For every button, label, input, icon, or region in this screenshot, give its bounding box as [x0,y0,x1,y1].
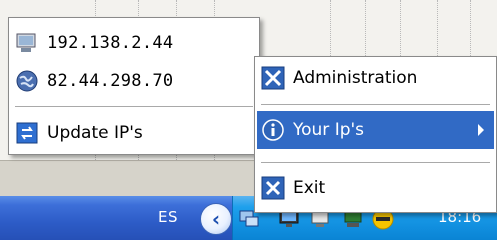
globe-icon [16,70,38,92]
local-network-icon [16,33,36,52]
tools-icon [261,66,285,90]
menu-item-local-ip[interactable]: 192.138.2.44 [11,24,257,62]
menu-item-public-ip[interactable]: 82.44.298.70 [11,62,257,100]
menu-item-label: 82.44.298.70 [47,71,174,91]
ip-list-menu: 192.138.2.44 82.44.298.70 Update IP's [8,17,260,155]
menu-item-label: Administration [293,68,418,88]
menu-item-label: Exit [293,178,326,198]
menu-separator [15,106,253,107]
close-icon [261,176,285,200]
menu-separator [261,162,490,163]
menu-item-label: 192.138.2.44 [47,33,174,53]
menu-separator [261,104,490,105]
menu-item-update-ips[interactable]: Update IP's [11,114,257,152]
info-icon [262,119,284,141]
tray-context-menu: Administration Your Ip's Exit [254,56,497,213]
show-hidden-icons-arrow-icon[interactable]: ‹ [200,203,232,235]
submenu-arrow-icon [478,124,484,136]
menu-item-label: Update IP's [47,123,143,143]
menu-item-label: Your Ip's [293,120,365,140]
menu-item-administration[interactable]: Administration [257,59,494,97]
refresh-icon [16,122,38,144]
menu-item-exit[interactable]: Exit [257,169,494,207]
language-indicator[interactable]: ES [158,208,178,226]
menu-item-your-ips[interactable]: Your Ip's [257,111,494,149]
